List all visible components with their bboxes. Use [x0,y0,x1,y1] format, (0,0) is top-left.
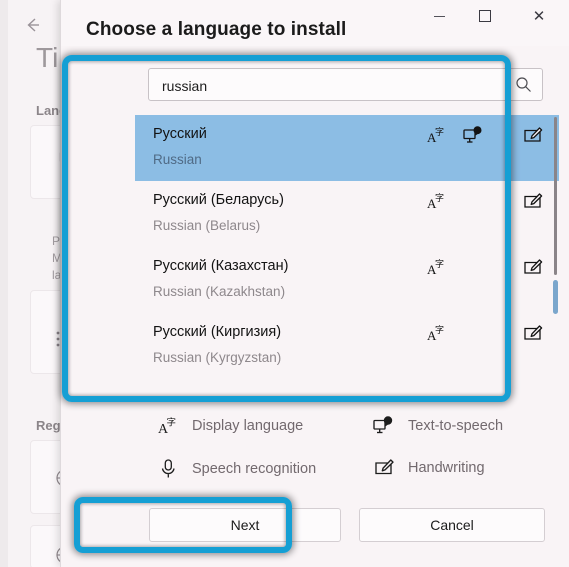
display-language-icon: A 字 [157,416,179,437]
handwriting-icon[interactable] [523,258,543,277]
language-feature-icons: A 字 [427,123,547,149]
list-item[interactable]: Русский Russian A 字 [135,115,559,181]
language-native-name: Русский [153,126,207,142]
text-to-speech-icon [373,416,395,436]
minimize-icon[interactable] [416,0,462,32]
language-native-name: Русский (Киргизия) [153,324,282,340]
svg-text:字: 字 [435,258,444,270]
dialog-title: Choose a language to install [86,19,347,40]
list-scrollbar[interactable] [553,115,558,380]
language-search-box[interactable] [148,68,543,102]
handwriting-icon[interactable] [523,324,543,343]
language-native-name: Русский (Беларусь) [153,192,284,208]
search-icon[interactable] [515,76,532,93]
language-english-name: Russian (Kyrgyzstan) [153,350,282,365]
list-item[interactable]: Русский (Киргизия) Russian (Kyrgyzstan) … [135,313,559,379]
language-feature-icons: A 字 [427,255,547,281]
language-english-name: Russian (Belarus) [153,218,261,233]
legend-label: Display language [192,418,304,434]
display-language-icon: A 字 [427,258,447,277]
handwriting-icon[interactable] [523,192,543,211]
language-native-name: Русский (Казахстан) [153,258,289,274]
language-list[interactable]: Русский Russian A 字 Русский (Беларусь) R… [135,115,559,380]
display-language-icon: A 字 [427,192,447,211]
choose-language-dialog: ✕ Choose a language to install Русский R… [60,0,569,567]
cancel-button[interactable]: Cancel [359,508,545,542]
display-language-icon: A 字 [427,126,447,145]
legend-display-language: A 字 Display language [157,416,304,437]
svg-text:字: 字 [166,417,176,429]
next-button[interactable]: Next [149,508,341,542]
handwriting-icon[interactable] [523,126,543,145]
svg-text:字: 字 [435,192,444,204]
legend-label: Speech recognition [192,460,317,477]
back-arrow-icon[interactable] [22,14,44,36]
legend-text-to-speech: Text-to-speech [373,416,503,436]
language-feature-icons: A 字 [427,189,547,215]
list-item[interactable]: Русский (Беларусь) Russian (Belarus) A 字 [135,181,559,247]
feature-legend: A 字 Display language Text-to-speech Spee… [135,404,559,494]
maximize-icon[interactable] [462,0,508,32]
search-input[interactable] [160,69,504,102]
list-scrollbar-thumb[interactable] [554,117,557,275]
settings-page-title: Ti [36,42,59,73]
language-english-name: Russian [153,152,202,167]
speech-recognition-icon [157,458,179,479]
list-item[interactable]: Русский (Казахстан) Russian (Kazakhstan)… [135,247,559,313]
legend-label: Text-to-speech [408,418,504,434]
close-icon[interactable]: ✕ [516,0,562,32]
language-feature-icons: A 字 [427,321,547,347]
display-language-icon: A 字 [427,324,447,343]
handwriting-icon [373,458,395,478]
language-english-name: Russian (Kazakhstan) [153,284,286,299]
screenshot-root: Ti Lang Pr M la Regio ✕ Choose a languag… [0,0,569,567]
svg-text:字: 字 [435,126,444,138]
legend-handwriting: Handwriting [373,458,485,478]
text-to-speech-icon [463,126,484,145]
svg-text:字: 字 [435,324,444,336]
legend-speech-recognition: Speech recognition [157,458,316,479]
legend-label: Handwriting [408,460,485,476]
list-scrollbar-thumb-accent[interactable] [553,280,558,314]
